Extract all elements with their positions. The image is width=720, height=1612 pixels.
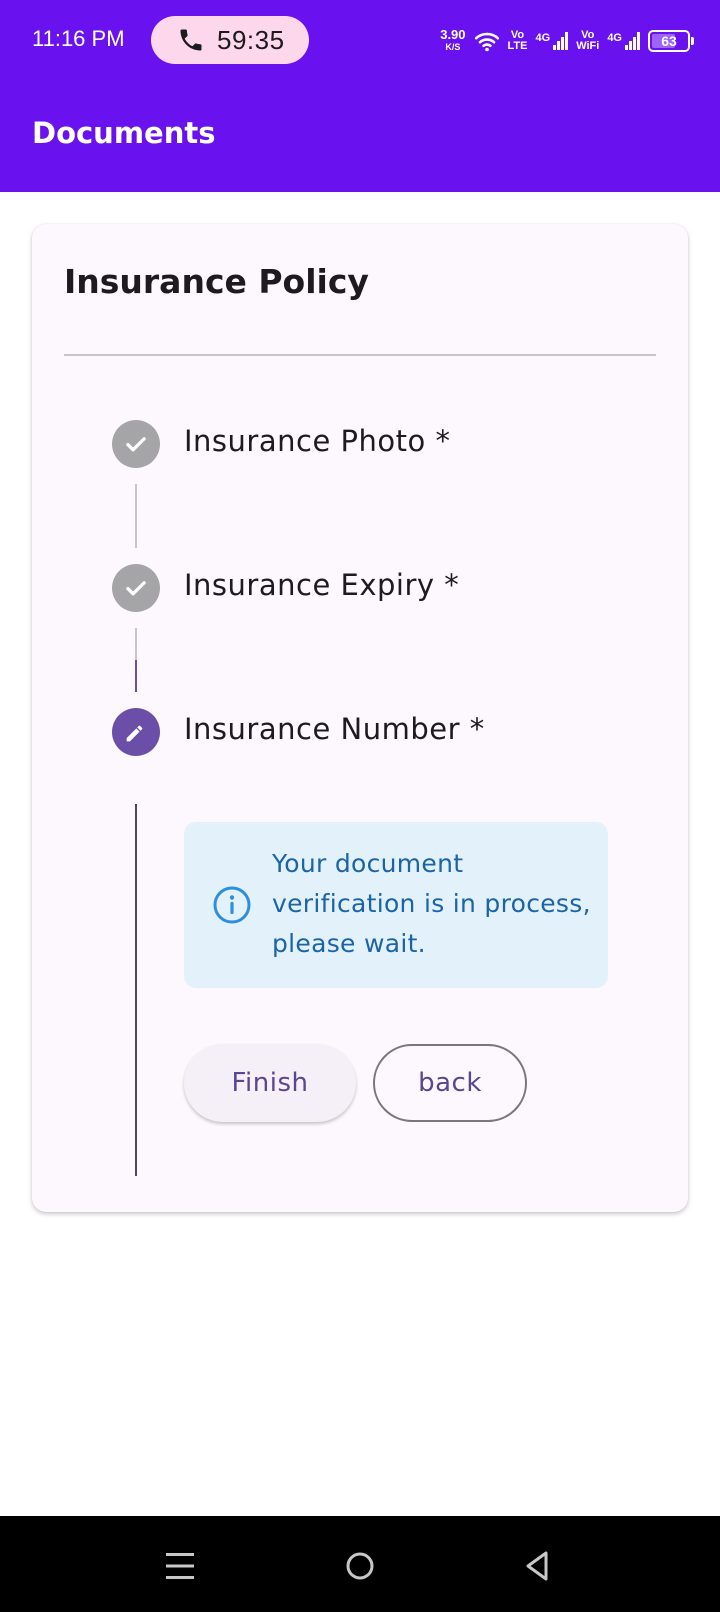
status-icons: 3.90 K/S Vo LTE 4G Vo WiFi 4G 63 — [440, 24, 694, 58]
home-icon[interactable] — [340, 1546, 380, 1586]
step-connector — [135, 484, 137, 548]
divider — [64, 354, 656, 356]
back-triangle-icon[interactable] — [518, 1546, 558, 1586]
step-1-label[interactable]: Insurance Photo * — [184, 424, 450, 458]
signal-strength-sim1: 4G — [536, 32, 569, 50]
back-button[interactable]: back — [373, 1044, 527, 1122]
step-connector-active — [135, 660, 137, 692]
step-3-indicator[interactable] — [112, 708, 160, 756]
step-content-line — [135, 804, 137, 1176]
call-timer: 59:35 — [217, 24, 285, 55]
check-icon — [126, 581, 146, 596]
volte-indicator: Vo LTE — [507, 29, 528, 52]
status-bar: 11:16 PM 59:35 3.90 K/S Vo LTE 4G Vo WiF… — [0, 0, 720, 82]
system-nav-bar — [0, 1516, 720, 1612]
battery-icon: 63 — [648, 30, 694, 52]
step-3-label[interactable]: Insurance Number * — [184, 712, 485, 746]
edit-pencil-icon — [126, 725, 143, 742]
app-bar: Documents — [0, 82, 720, 192]
ongoing-call-chip[interactable]: 59:35 — [151, 16, 309, 64]
step-2-label[interactable]: Insurance Expiry * — [184, 568, 459, 602]
info-message: Your document verification is in process… — [272, 849, 591, 958]
page-title: Documents — [32, 116, 216, 150]
finish-button[interactable]: Finish — [184, 1044, 356, 1122]
step-connector — [135, 628, 137, 660]
step-1-indicator[interactable] — [112, 420, 160, 468]
insurance-policy-card: Insurance Policy Insurance Photo * Insur… — [32, 224, 688, 1212]
card-title: Insurance Policy — [64, 262, 369, 301]
status-time: 11:16 PM — [32, 26, 125, 51]
check-icon — [126, 437, 146, 452]
network-speed: 3.90 K/S — [440, 27, 466, 52]
phone-icon — [180, 29, 202, 51]
vowifi-indicator: Vo WiFi — [576, 29, 600, 52]
verification-info-box: Your document verification is in process… — [184, 822, 608, 988]
wifi-icon — [474, 32, 499, 52]
signal-strength-sim2: 4G — [607, 32, 640, 50]
menu-icon[interactable] — [160, 1546, 200, 1586]
info-icon — [213, 886, 251, 924]
step-2-indicator[interactable] — [112, 564, 160, 612]
